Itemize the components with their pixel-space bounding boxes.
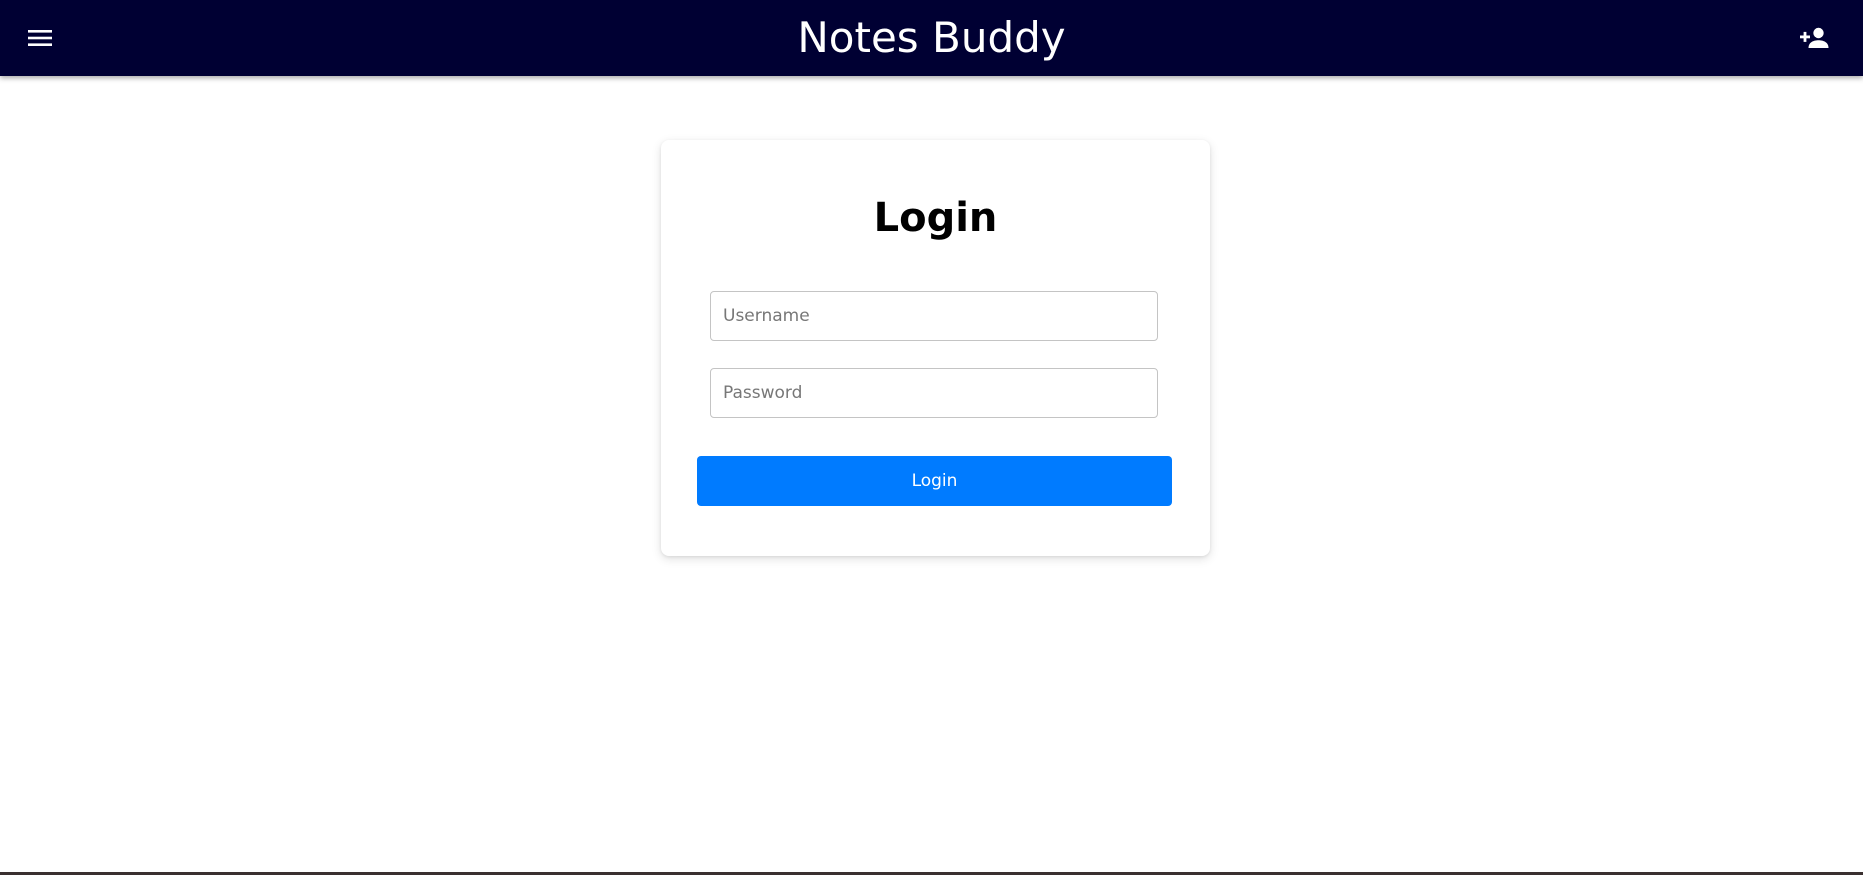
login-card: Login Login <box>661 140 1210 556</box>
menu-button[interactable] <box>22 22 58 54</box>
username-input[interactable] <box>710 291 1158 341</box>
top-navbar: Notes Buddy <box>0 0 1863 76</box>
menu-icon <box>28 30 52 46</box>
password-input[interactable] <box>710 368 1158 418</box>
app-title: Notes Buddy <box>797 13 1066 62</box>
person-add-icon <box>1800 27 1829 48</box>
login-title: Login <box>873 195 998 241</box>
add-user-button[interactable] <box>1796 22 1832 54</box>
login-button[interactable]: Login <box>697 456 1172 506</box>
